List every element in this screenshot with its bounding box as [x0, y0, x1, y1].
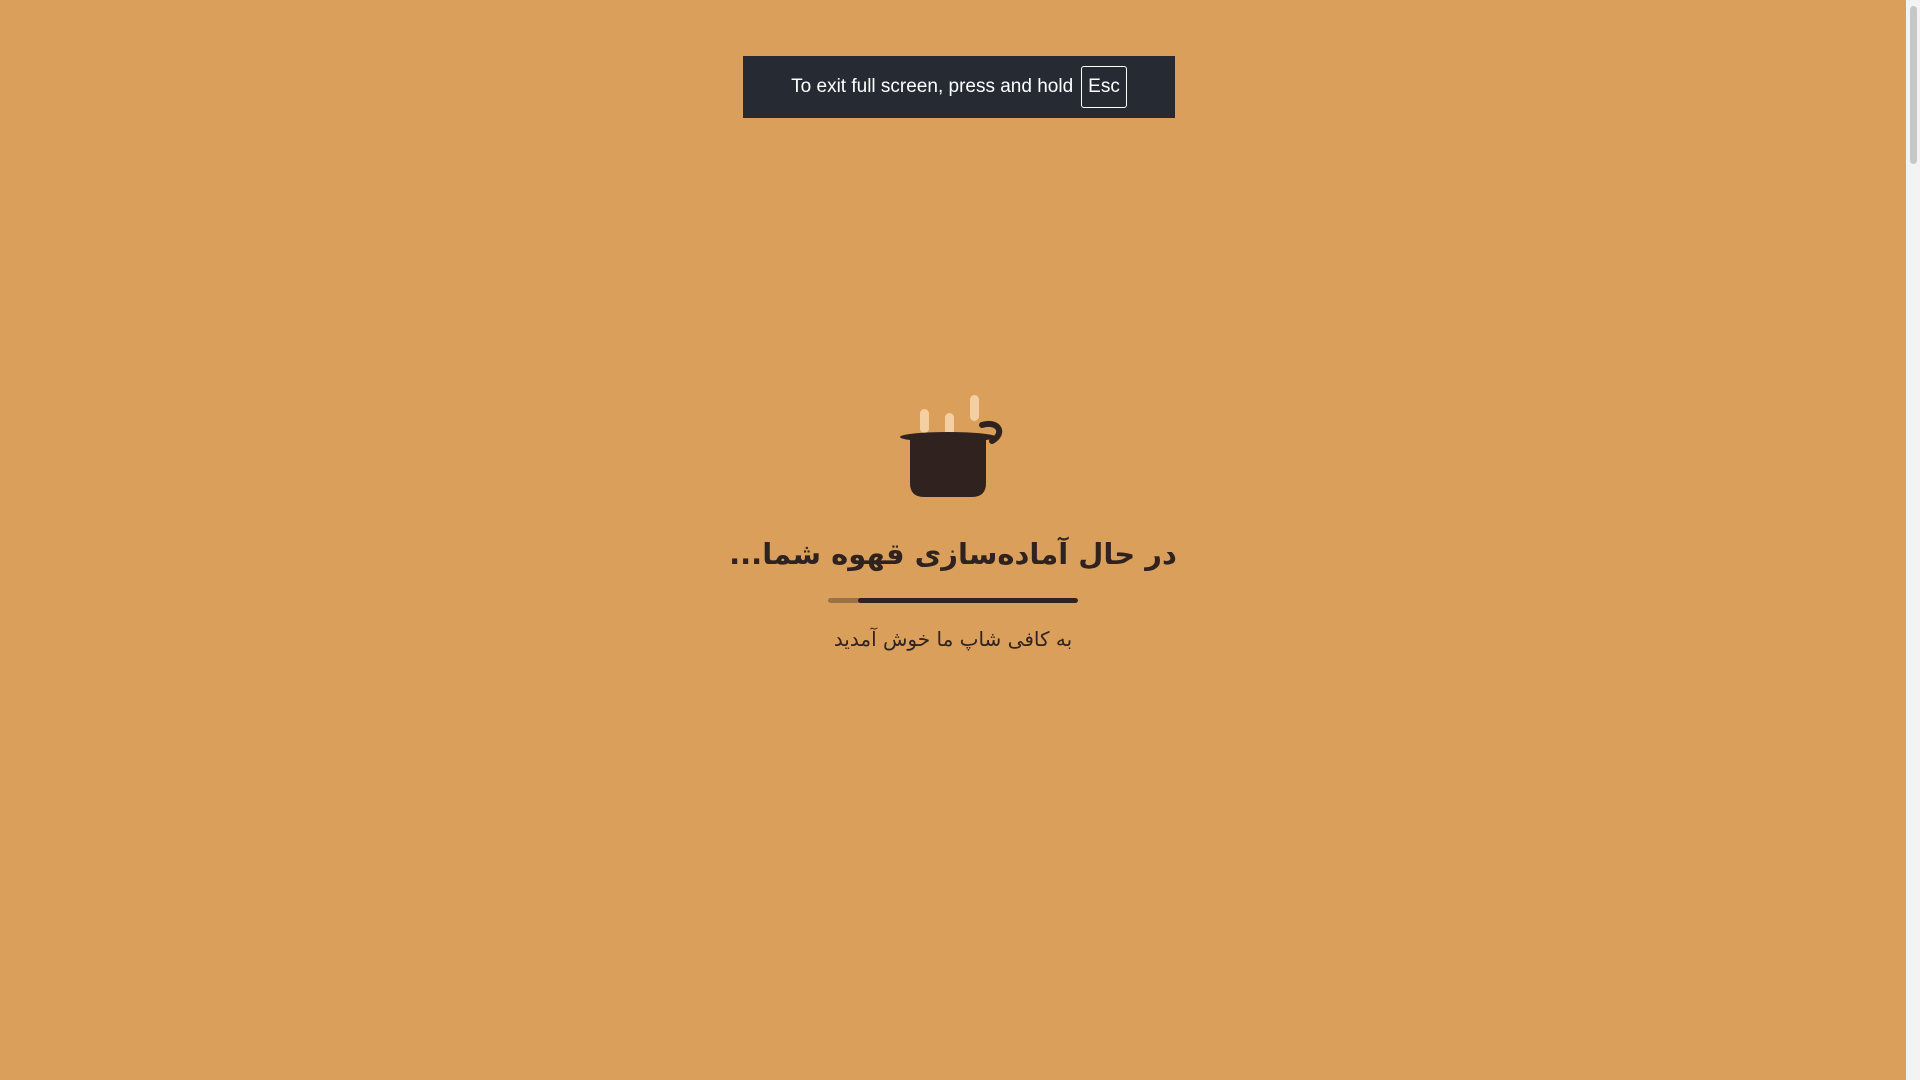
loader: در حال آماده‌سازی قهوه شما... به کافی شا…	[0, 395, 1906, 653]
progress-bar	[828, 598, 1078, 603]
welcome-subtitle: به کافی شاپ ما خوش آمدید	[833, 627, 1073, 651]
vertical-scrollbar[interactable]	[1906, 0, 1920, 1080]
esc-key-badge: Esc	[1081, 66, 1127, 108]
scrollbar-thumb[interactable]	[1910, 6, 1917, 164]
steam-line-right	[970, 395, 979, 421]
steam-line-left	[920, 409, 929, 433]
loading-page: To exit full screen, press and hold Esc …	[0, 0, 1920, 1080]
progress-bar-fill	[858, 598, 1078, 603]
steam-line-middle	[945, 413, 954, 435]
coffee-pot-icon	[900, 395, 1003, 497]
loading-title: در حال آماده‌سازی قهوه شما...	[729, 537, 1177, 571]
pot-body	[910, 437, 986, 497]
fullscreen-notice: To exit full screen, press and hold Esc	[743, 56, 1175, 118]
fullscreen-notice-text: To exit full screen, press and hold	[791, 76, 1074, 97]
